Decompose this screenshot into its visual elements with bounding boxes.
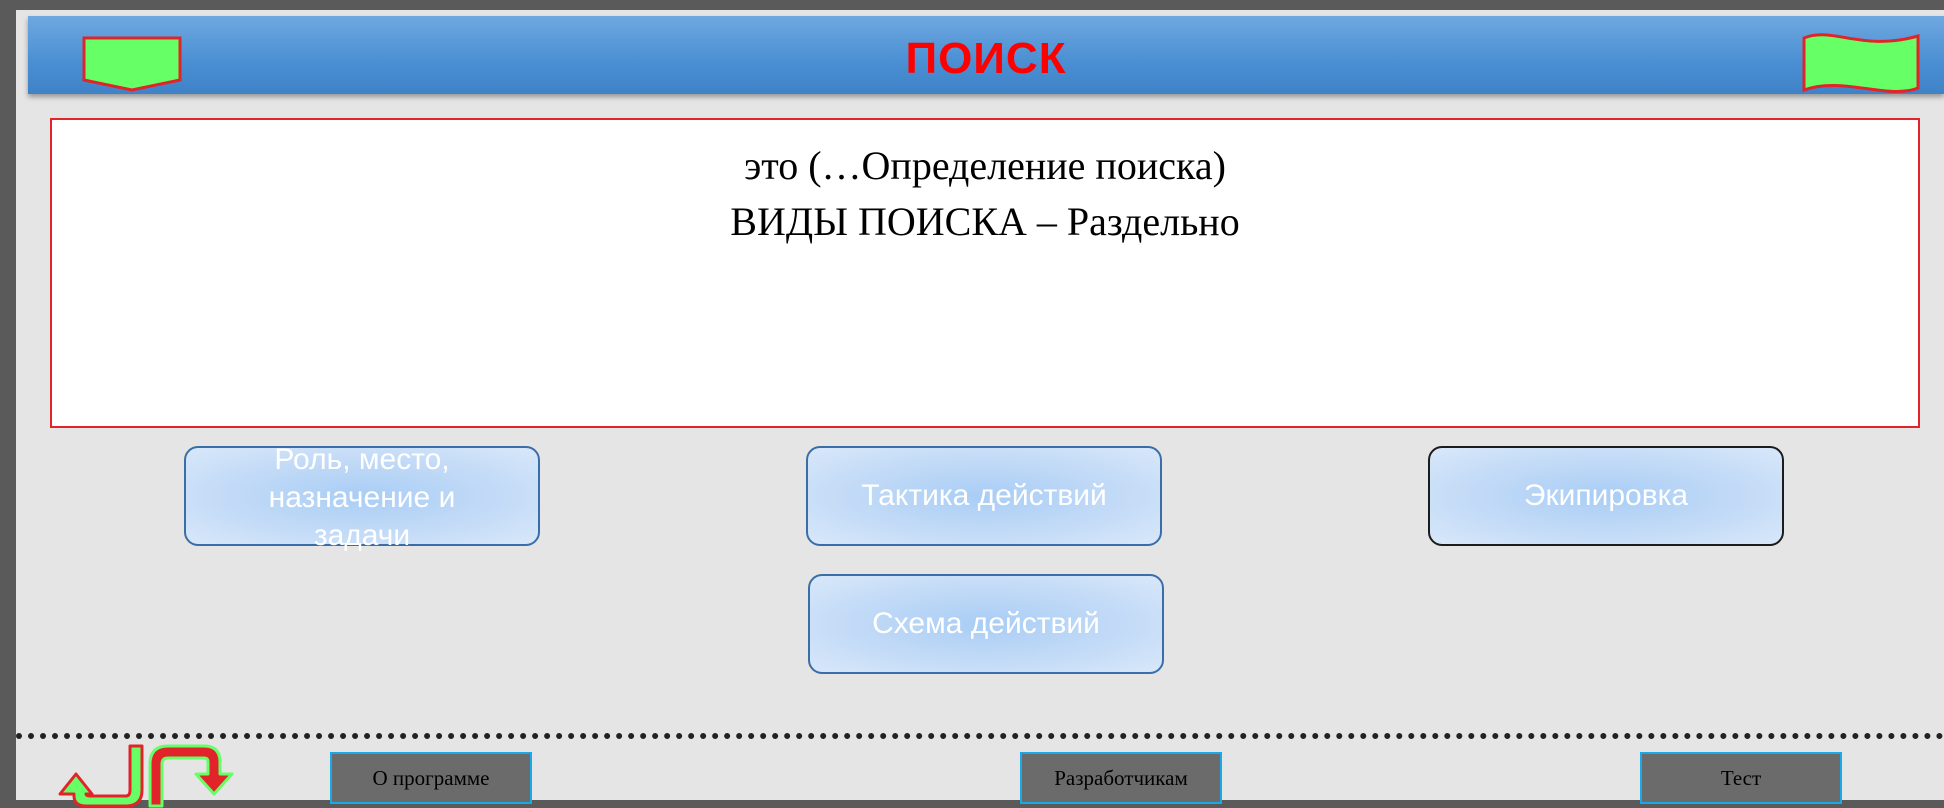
search-types-text: ВИДЫ ПОИСКА – Раздельно xyxy=(730,199,1240,244)
test-button-label: Тест xyxy=(1720,765,1762,790)
test-button[interactable]: Тест xyxy=(1640,752,1842,804)
definition-text: это (…Определение поиска) xyxy=(744,143,1226,188)
definition-panel: это (…Определение поиска) ВИДЫ ПОИСКА – … xyxy=(50,118,1920,428)
tactics-button[interactable]: Тактика действий xyxy=(806,446,1162,546)
wave-flag-icon[interactable] xyxy=(1802,30,1920,96)
scheme-button[interactable]: Схема действий xyxy=(808,574,1164,674)
developers-button-label: Разработчикам xyxy=(1054,765,1188,790)
header-bar: ПОИСК xyxy=(28,16,1944,94)
page-title: ПОИСК xyxy=(905,34,1067,83)
scheme-button-label: Схема действий xyxy=(872,607,1100,640)
footer-divider xyxy=(16,733,1944,739)
equipment-button-label: Экипировка xyxy=(1523,479,1689,512)
u-turn-back-arrow-icon[interactable] xyxy=(46,744,146,808)
developers-button[interactable]: Разработчикам xyxy=(1020,752,1222,804)
role-button[interactable]: Роль, место, назначение и задачи xyxy=(184,443,540,552)
about-button[interactable]: О программе xyxy=(330,752,532,804)
equipment-button[interactable]: Экипировка xyxy=(1428,446,1784,546)
role-button-label: Роль, место, назначение и задачи xyxy=(268,443,456,552)
tactics-button-label: Тактика действий xyxy=(861,479,1107,512)
u-turn-forward-arrow-icon[interactable] xyxy=(146,742,242,808)
about-button-label: О программе xyxy=(372,765,490,790)
slide: ПОИСК это (…Определение поиска) ВИДЫ ПОИ… xyxy=(16,10,1944,808)
